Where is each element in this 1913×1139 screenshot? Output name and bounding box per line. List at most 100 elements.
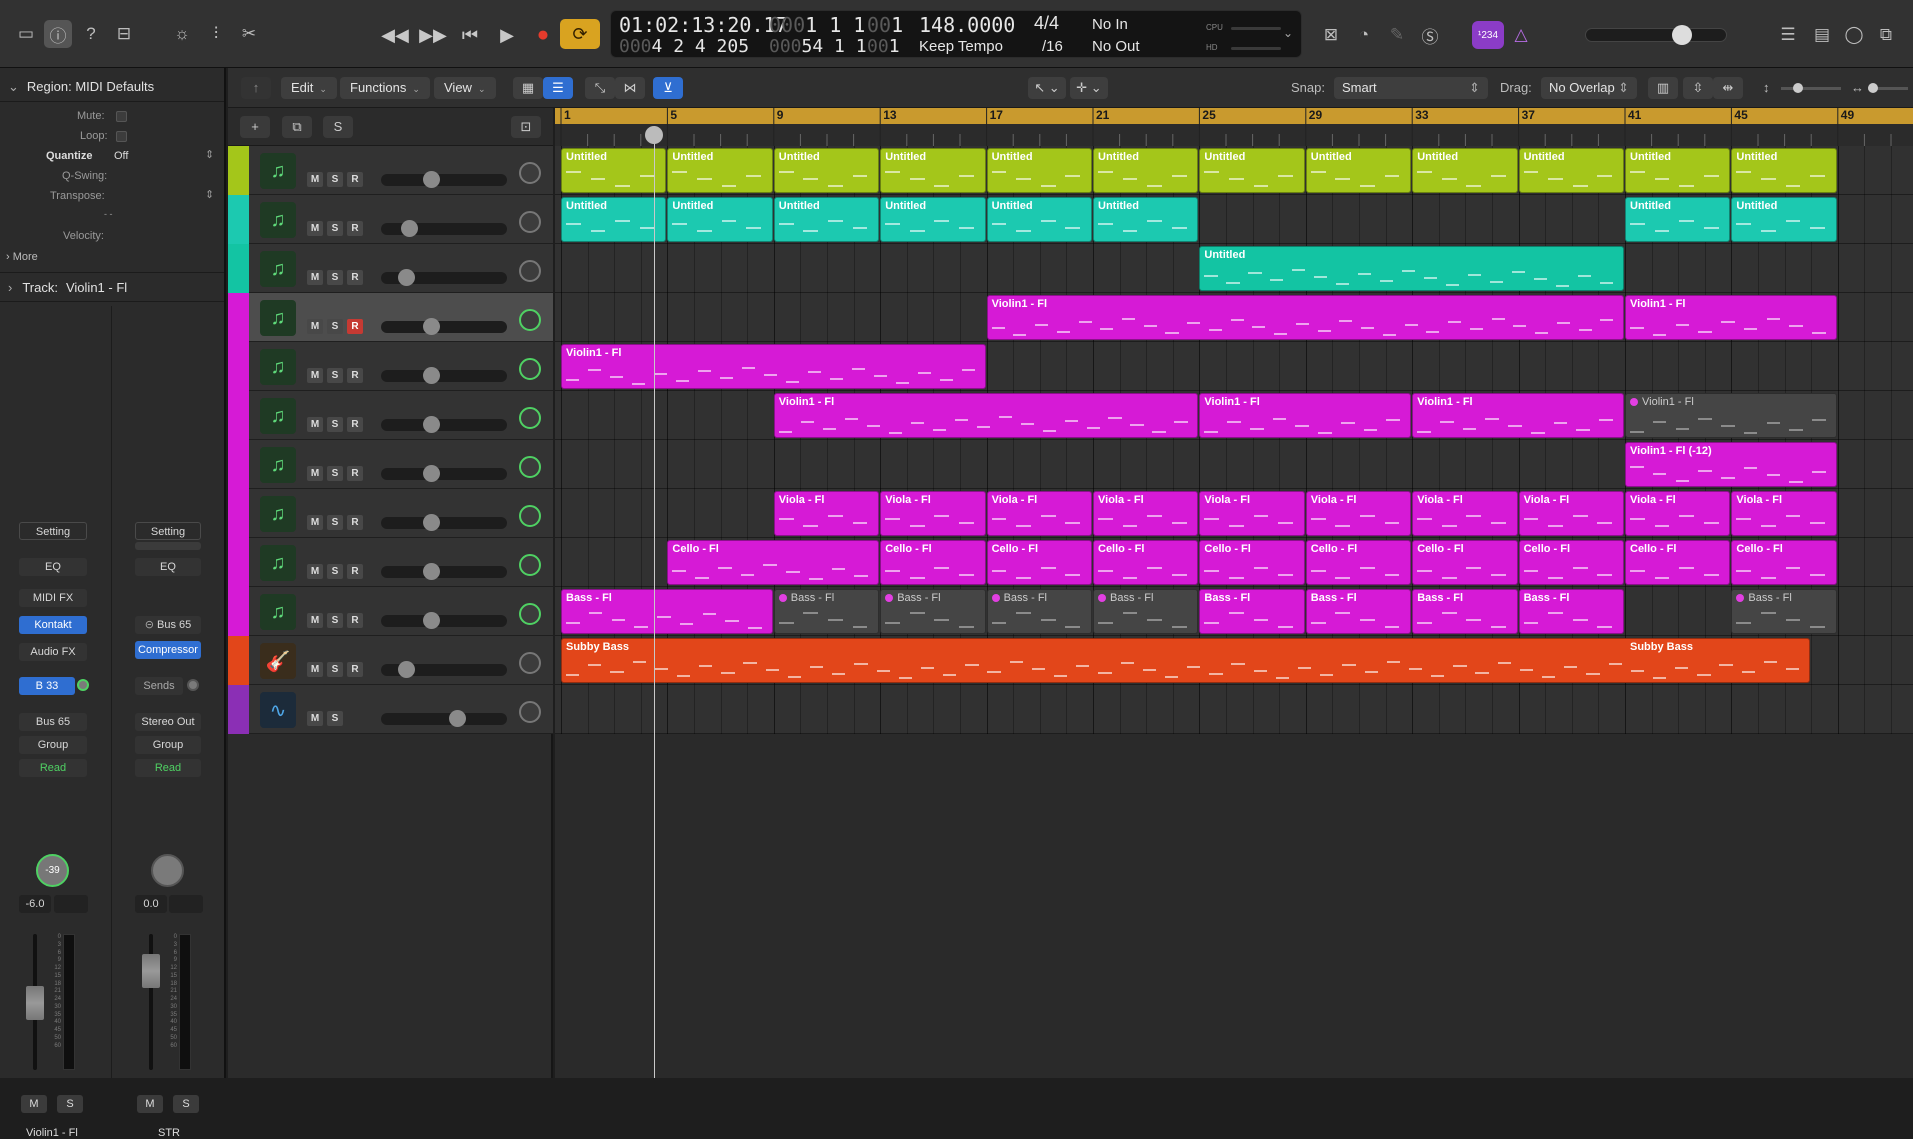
track-record-button[interactable]: R — [347, 417, 363, 432]
add-track-button[interactable]: + — [240, 116, 270, 138]
send-slot[interactable]: B 33 — [19, 677, 75, 695]
tuner-icon[interactable]: ◔ — [1350, 21, 1378, 49]
midi-region[interactable]: Untitled — [986, 197, 1092, 242]
rewind-icon[interactable]: ◀◀ — [380, 20, 410, 50]
list-view-icon[interactable]: ☰ — [543, 77, 573, 99]
track-lane[interactable] — [555, 685, 1913, 734]
track-pan-knob[interactable] — [519, 260, 541, 282]
midi-region[interactable]: Viola - Fl — [986, 491, 1092, 536]
setting-button[interactable]: Setting — [135, 522, 201, 540]
horizontal-fit-icon[interactable]: ⇹ — [1713, 77, 1743, 99]
midi-note-icon[interactable]: ♫ — [260, 300, 296, 336]
track-volume-slider[interactable] — [381, 563, 507, 580]
track-record-button[interactable]: R — [347, 466, 363, 481]
vertical-fit-icon[interactable]: ⇳ — [1683, 77, 1713, 99]
midi-region[interactable]: Viola - Fl — [1199, 491, 1305, 536]
midi-region[interactable]: Untitled — [1199, 246, 1624, 291]
scissors-icon[interactable]: ✂ — [235, 20, 263, 48]
track-solo-button[interactable]: S — [327, 417, 343, 432]
track-mute-button[interactable]: M — [307, 417, 323, 432]
track-mute-button[interactable]: M — [307, 319, 323, 334]
master-volume-knob[interactable] — [1672, 25, 1692, 45]
mute-checkbox[interactable] — [116, 111, 127, 122]
automation-icon[interactable]: ⤡ — [585, 77, 615, 99]
track-volume-slider[interactable] — [381, 612, 507, 629]
edit-menu[interactable]: Edit ⌄ — [281, 77, 337, 99]
midi-note-icon[interactable]: ♫ — [260, 447, 296, 483]
track-solo-button[interactable]: S — [327, 515, 343, 530]
midi-region[interactable]: Bass - Fl — [880, 589, 986, 634]
track-header[interactable]: ∿ M S — [228, 685, 553, 734]
midi-region[interactable]: Untitled — [1093, 148, 1199, 193]
midi-region[interactable]: Untitled — [561, 148, 667, 193]
track-record-button[interactable]: R — [347, 515, 363, 530]
track-mute-button[interactable]: M — [307, 711, 323, 726]
track-mute-button[interactable]: M — [307, 221, 323, 236]
audio-fx-slot[interactable]: Audio FX — [19, 643, 87, 661]
midi-region[interactable]: Untitled — [667, 197, 773, 242]
midi-region[interactable]: Untitled — [667, 148, 773, 193]
track-mute-button[interactable]: M — [307, 564, 323, 579]
midi-note-icon[interactable]: ♫ — [260, 398, 296, 434]
midi-region[interactable]: Viola - Fl — [1625, 491, 1731, 536]
midi-region[interactable]: Bass - Fl — [1199, 589, 1305, 634]
region-inspector-header[interactable]: ⌄ Region: MIDI Defaults — [0, 72, 224, 102]
track-header[interactable]: ♫ M S R — [228, 342, 553, 391]
midi-region[interactable]: Untitled — [880, 197, 986, 242]
midi-region[interactable]: Cello - Fl — [1093, 540, 1199, 585]
track-pan-knob[interactable] — [519, 309, 541, 331]
solo-button[interactable]: S — [57, 1095, 83, 1113]
send-level-knob[interactable] — [77, 679, 89, 691]
volume-readout[interactable]: -6.0 — [19, 895, 51, 913]
track-pan-knob[interactable] — [519, 603, 541, 625]
lcd-display[interactable]: 01:02:13:20.17 0001 1 1 001 0004 2 4 205… — [610, 10, 1302, 58]
midi-region[interactable]: Subby Bass Subby Bass — [561, 638, 1811, 683]
track-volume-knob[interactable] — [423, 318, 441, 335]
track-pan-knob[interactable] — [519, 652, 541, 674]
track-solo-button[interactable]: S — [327, 711, 343, 726]
track-header[interactable]: ♫ M S R — [228, 538, 553, 587]
list-editors-icon[interactable]: ☰ — [1774, 21, 1802, 49]
functions-menu[interactable]: Functions ⌄ — [340, 77, 430, 99]
midi-region[interactable]: Untitled — [1412, 148, 1518, 193]
help-icon[interactable]: ? — [77, 20, 105, 48]
track-volume-slider[interactable] — [381, 318, 507, 335]
metronome-icon[interactable]: △ — [1507, 21, 1535, 49]
midi-region[interactable]: Cello - Fl — [1199, 540, 1305, 585]
track-volume-knob[interactable] — [398, 269, 416, 286]
sends-slot[interactable]: Sends — [135, 677, 183, 695]
track-solo-button[interactable]: S — [327, 270, 343, 285]
track-solo-button[interactable]: S — [327, 613, 343, 628]
record-icon[interactable]: ● — [528, 20, 558, 50]
track-volume-slider[interactable] — [381, 710, 507, 727]
group-slot[interactable]: Group — [19, 736, 87, 754]
chevron-down-icon[interactable]: ⌄ — [1283, 26, 1293, 40]
midi-region[interactable]: Untitled — [1518, 148, 1624, 193]
track-pan-knob[interactable] — [519, 701, 541, 723]
solo-icon[interactable]: ✎ — [1383, 21, 1411, 49]
midi-region[interactable]: Untitled — [986, 148, 1092, 193]
track-mute-button[interactable]: M — [307, 662, 323, 677]
midi-region[interactable]: Violin1 - Fl — [1199, 393, 1412, 438]
chat-icon[interactable]: ◯ — [1840, 21, 1868, 49]
track-record-button[interactable]: R — [347, 368, 363, 383]
setting-button[interactable]: Setting — [19, 522, 87, 540]
midi-region[interactable]: Untitled — [1199, 148, 1305, 193]
midi-region[interactable]: Cello - Fl — [880, 540, 986, 585]
loop-checkbox[interactable] — [116, 131, 127, 142]
master-volume-slider[interactable] — [1585, 25, 1727, 45]
track-volume-slider[interactable] — [381, 171, 507, 188]
track-mute-button[interactable]: M — [307, 368, 323, 383]
track-mute-button[interactable]: M — [307, 515, 323, 530]
track-header[interactable]: 🎸 M S R — [228, 636, 553, 685]
snap-select[interactable]: Smart ⇕ — [1334, 77, 1488, 99]
catch-icon[interactable]: ⊻ — [653, 77, 683, 99]
midi-region[interactable]: Bass - Fl — [1731, 589, 1837, 634]
volume-fader-cap[interactable] — [142, 954, 160, 988]
track-pan-knob[interactable] — [519, 407, 541, 429]
midi-region[interactable]: Cello - Fl — [986, 540, 1092, 585]
midi-region[interactable]: Violin1 - Fl — [773, 393, 1199, 438]
track-pan-knob[interactable] — [519, 554, 541, 576]
midi-region[interactable]: Bass - Fl — [986, 589, 1092, 634]
tracks-area[interactable]: Untitled Untitled Untitled Untitled Untitled… — [555, 146, 1913, 1078]
